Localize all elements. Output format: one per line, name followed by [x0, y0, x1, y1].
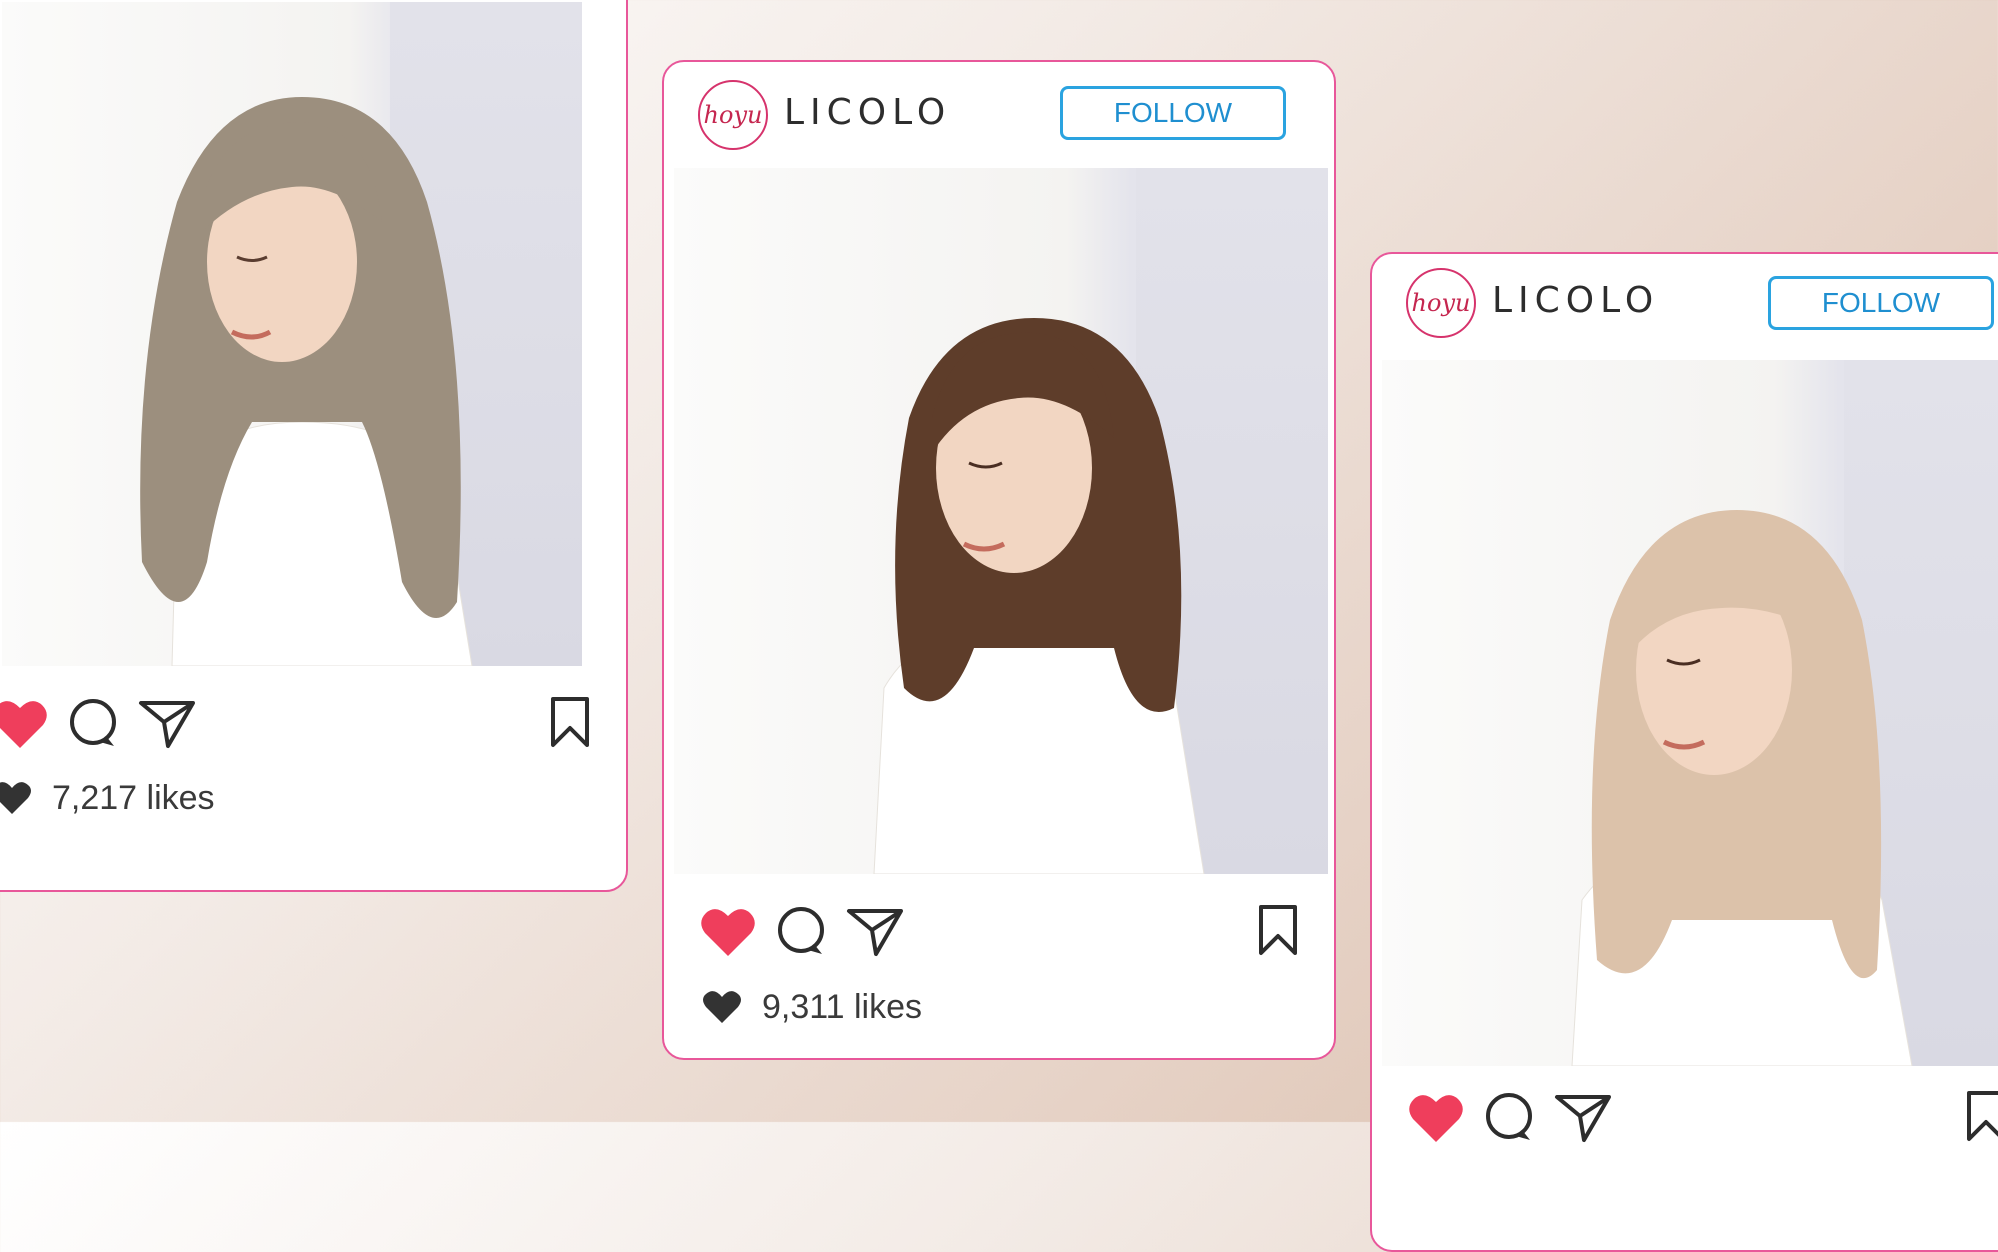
- share-icon[interactable]: [1554, 1092, 1612, 1144]
- model-photo: [873, 318, 1205, 874]
- post-card-3: hoyu LICOLO FOLLOW: [1370, 252, 1998, 1252]
- follow-button[interactable]: FOLLOW: [1060, 86, 1286, 140]
- account-name[interactable]: LICOLO: [1492, 280, 1659, 321]
- follow-button[interactable]: FOLLOW: [1768, 276, 1994, 330]
- post-image[interactable]: [2, 2, 582, 666]
- bookmark-icon[interactable]: [1258, 904, 1298, 956]
- heart-icon[interactable]: [1408, 1092, 1464, 1144]
- share-icon[interactable]: [138, 698, 196, 750]
- post-header: hoyu LICOLO FOLLOW: [664, 62, 1334, 172]
- brand-logo[interactable]: hoyu: [698, 80, 768, 150]
- brand-logo[interactable]: hoyu: [1406, 268, 1476, 338]
- small-heart-icon: [703, 991, 741, 1023]
- likes-count: 7,217 likes: [52, 778, 215, 817]
- heart-icon[interactable]: [0, 698, 48, 750]
- small-heart-icon: [0, 782, 31, 814]
- logo-text: hoyu: [1411, 289, 1471, 317]
- share-icon[interactable]: [846, 906, 904, 958]
- bookmark-icon[interactable]: [550, 696, 590, 748]
- heart-icon[interactable]: [700, 906, 756, 958]
- logo-text: hoyu: [703, 101, 763, 129]
- comment-icon[interactable]: [776, 906, 828, 958]
- post-header: hoyu LICOLO FOLLOW: [1372, 254, 1998, 364]
- comment-icon[interactable]: [68, 698, 120, 750]
- likes-count: 9,311 likes: [762, 987, 923, 1026]
- model-photo: [1571, 510, 1913, 1066]
- post-card-1: 7,217 likes: [0, 0, 628, 892]
- comment-icon[interactable]: [1484, 1092, 1536, 1144]
- post-card-2: hoyu LICOLO FOLLOW 9,311 likes: [662, 60, 1336, 1060]
- post-image[interactable]: [674, 168, 1328, 874]
- post-image[interactable]: [1382, 360, 1998, 1066]
- account-name[interactable]: LICOLO: [784, 92, 951, 133]
- model-photo: [140, 97, 473, 666]
- bookmark-icon[interactable]: [1966, 1090, 1998, 1142]
